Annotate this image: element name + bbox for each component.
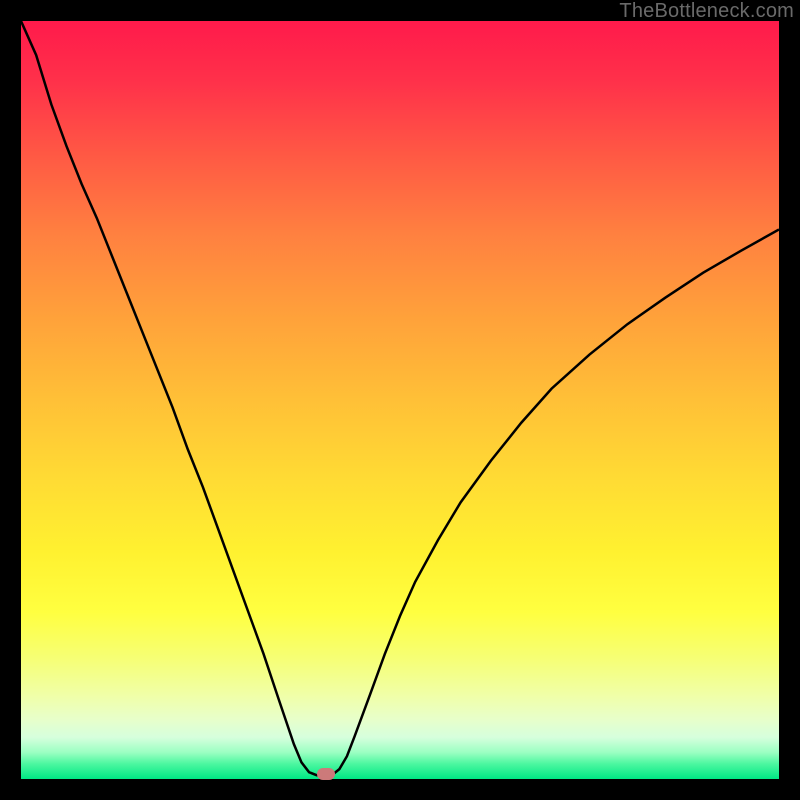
min-marker xyxy=(317,768,335,780)
plot-area xyxy=(21,21,779,779)
watermark: TheBottleneck.com xyxy=(619,0,794,23)
bottleneck-curve xyxy=(21,21,779,779)
chart-container: TheBottleneck.com xyxy=(0,0,800,800)
